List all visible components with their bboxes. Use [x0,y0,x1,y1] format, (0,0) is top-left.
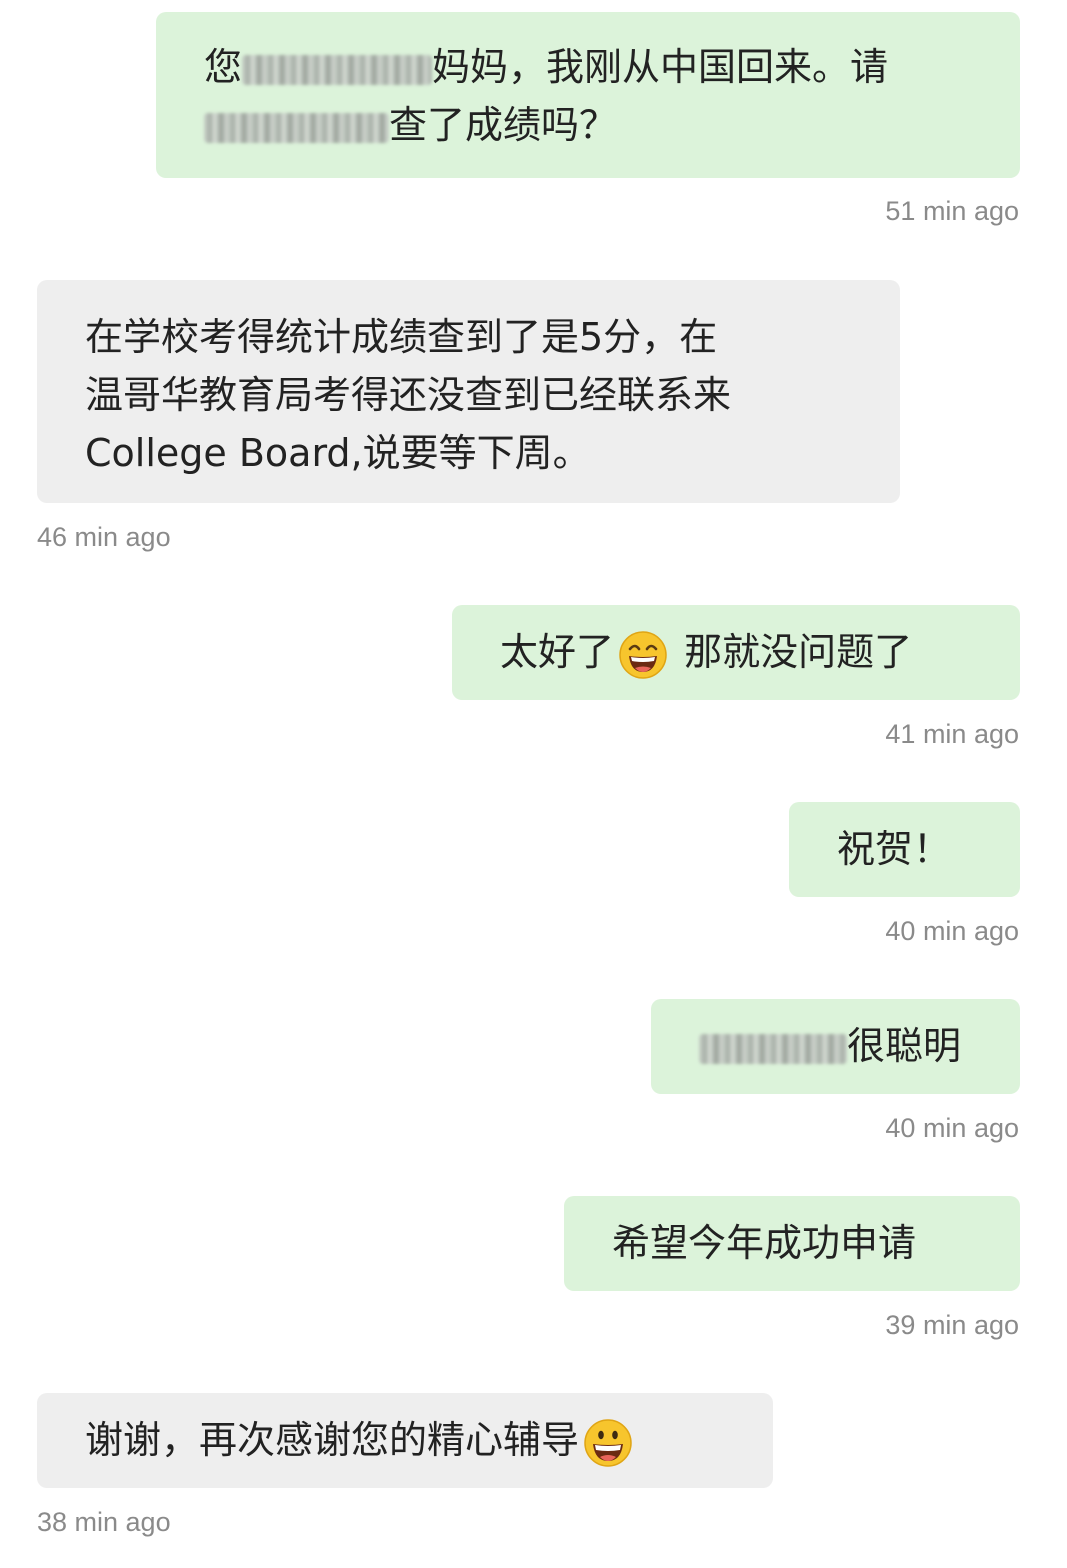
message-text: 谢谢，再次感谢您的精心辅导 [85,1418,580,1462]
message-bubble-sent[interactable]: 很聪明 [651,999,1020,1094]
message-text: 太好了 [500,630,615,674]
message-bubble-sent[interactable]: 太好了 那就没问题了 [452,605,1020,700]
message-text: 查了成绩吗？ [389,103,618,147]
message-bubble-received[interactable]: 在学校考得统计成绩查到了是5分，在 温哥华教育局考得还没查到已经联系来 Coll… [37,280,900,503]
grinning-face-icon [584,1418,632,1467]
message-text: 希望今年成功申请 [612,1221,917,1265]
message-text: 那就没问题了 [672,630,913,674]
redacted-name [699,1033,847,1064]
message-line: 温哥华教育局考得还没查到已经联系来 [85,373,732,417]
message-line: 查了成绩吗？ [204,96,1020,154]
message-text: 很聪明 [847,1024,962,1068]
message-timestamp: 40 min ago [885,1113,1019,1143]
message-bubble-sent[interactable]: 您 妈妈，我刚从中国回来。请 查了成绩吗？ [156,12,1020,178]
message-timestamp: 41 min ago [885,719,1019,749]
message-bubble-received[interactable]: 谢谢，再次感谢您的精心辅导 [37,1393,773,1488]
message-line: 您 妈妈，我刚从中国回来。请 [204,38,1020,96]
message-bubble-sent[interactable]: 祝贺！ [789,802,1020,897]
message-line: 在学校考得统计成绩查到了是5分，在 [85,315,718,359]
redacted-name [242,54,433,85]
redacted-name [204,112,389,143]
message-text: 祝贺！ [837,827,952,871]
message-text: 您 [204,45,243,89]
message-timestamp: 46 min ago [37,522,171,552]
message-timestamp: 38 min ago [37,1507,171,1537]
message-text: 妈妈，我刚从中国回来。请 [432,45,889,89]
message-timestamp: 51 min ago [885,196,1019,226]
message-timestamp: 39 min ago [885,1310,1019,1340]
message-timestamp: 40 min ago [885,916,1019,946]
message-bubble-sent[interactable]: 希望今年成功申请 [564,1196,1020,1291]
grinning-squinting-face-icon [619,630,667,679]
message-line: College Board,说要等下周。 [85,431,591,475]
